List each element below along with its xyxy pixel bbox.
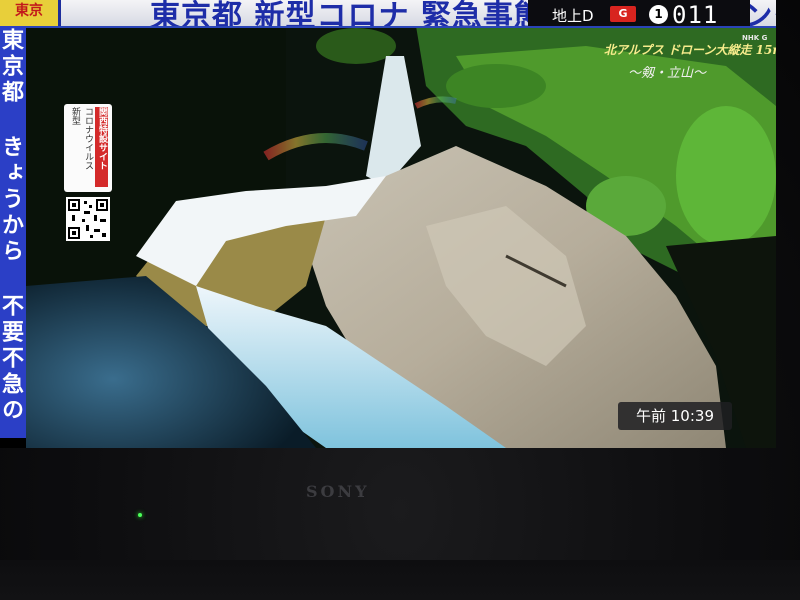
- qr-code-graphic: [68, 199, 108, 239]
- tv-screen: 北アルプス ドローン大縦走 15min 〜剱・立山〜 NHK G 東京 東京都 …: [0, 0, 776, 448]
- left-ticker-text: 東京都 きょうから 不要不急の外出自粛要請: [0, 28, 23, 424]
- top-ticker: 東京 東京都 新型コロナ 緊急事態措置 コールセンター 地上D G 1 011: [0, 0, 776, 28]
- ticker-badge: 東京: [0, 0, 61, 26]
- channel-badge: G: [610, 6, 636, 22]
- channel-label: 地上D: [552, 7, 594, 25]
- channel-circle-icon: 1: [649, 5, 668, 24]
- waterfall-scene: [26, 26, 776, 448]
- tv-bezel: 北アルプス ドローン大縦走 15min 〜剱・立山〜 NHK G 東京 東京都 …: [0, 0, 800, 600]
- tv-brand-logo: SONY: [306, 482, 370, 501]
- corona-info-card: 新型 コロナウイルス 関西特設サイト: [64, 104, 112, 192]
- clock-overlay: 午前 10:39: [618, 402, 732, 430]
- qr-code-icon: [66, 197, 110, 241]
- corona-card-line3: 関西特設サイト: [95, 107, 108, 187]
- waterfall-video: 北アルプス ドローン大縦走 15min 〜剱・立山〜 NHK G: [26, 26, 776, 448]
- channel-number: 011: [672, 1, 719, 28]
- power-led-icon: [138, 513, 142, 517]
- program-title: 北アルプス ドローン大縦走 15min: [604, 43, 776, 57]
- program-subtitle: 〜剱・立山〜: [628, 66, 707, 81]
- tv-bottom: [0, 560, 800, 600]
- corona-card-line2: コロナウイルス: [83, 107, 93, 170]
- left-ticker: 東京都 きょうから 不要不急の外出自粛要請: [0, 26, 26, 438]
- corona-card-line1: 新型: [70, 107, 80, 125]
- channel-indicator: 地上D G 1 011: [528, 0, 750, 28]
- network-logo: NHK G: [742, 34, 768, 42]
